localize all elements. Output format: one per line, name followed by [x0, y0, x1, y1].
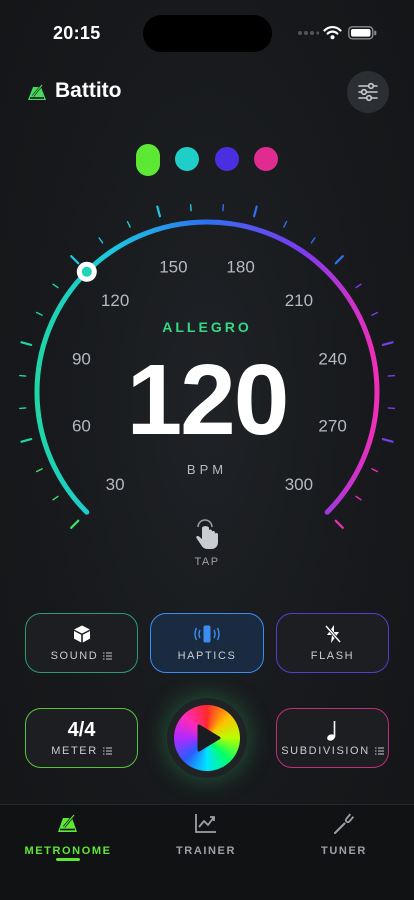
tick-label: 120 [101, 291, 129, 310]
color-dot-magenta[interactable] [254, 147, 278, 171]
quarter-note-icon [326, 720, 335, 741]
tick-mark [355, 283, 362, 289]
tick-mark [310, 237, 316, 244]
meter-label: METER [51, 745, 98, 757]
tick-mark [381, 341, 394, 346]
tab-metronome-label: METRONOME [24, 845, 112, 857]
flash-label: FLASH [310, 650, 355, 662]
dynamic-island [143, 15, 272, 52]
wifi-icon [323, 26, 342, 40]
tuning-fork-icon [334, 813, 355, 834]
tick-mark [20, 341, 33, 346]
tick-mark [334, 255, 344, 265]
sound-button[interactable]: SOUND [25, 613, 138, 673]
haptics-button[interactable]: HAPTICS [150, 613, 264, 673]
tick-mark [371, 311, 379, 316]
knob-inner [81, 266, 92, 277]
bpm-value: 120 [126, 344, 290, 456]
color-dot-indigo[interactable] [215, 147, 239, 171]
list-icon [103, 652, 113, 660]
sliders-icon [358, 82, 378, 102]
tick-label: 300 [285, 475, 313, 494]
list-icon [102, 747, 112, 755]
tick-mark [283, 220, 288, 228]
tick-mark [222, 203, 225, 212]
tap-label: TAP [194, 556, 220, 568]
settings-button[interactable] [347, 71, 389, 113]
tick-mark [126, 220, 131, 228]
tempo-marking: ALLEGRO [162, 319, 252, 335]
tick-mark [156, 205, 161, 218]
tab-trainer-label: TRAINER [175, 845, 237, 857]
tab-trainer[interactable]: TRAINER [151, 812, 261, 857]
tick-mark [253, 205, 258, 218]
play-icon [197, 724, 221, 752]
tick-mark [70, 519, 80, 529]
tab-tuner-label: TUNER [321, 845, 367, 857]
color-dot-green[interactable] [136, 144, 160, 176]
tick-mark [189, 203, 192, 212]
metronome-logo-icon [28, 84, 46, 100]
status-time: 20:15 [53, 23, 101, 43]
tab-tuner[interactable]: TUNER [289, 812, 399, 857]
tempo-knob[interactable] [76, 261, 97, 282]
chart-icon [195, 814, 216, 833]
color-dot-teal[interactable] [175, 147, 199, 171]
haptics-icon [194, 625, 220, 643]
meter-button[interactable]: 4/4 METER [25, 708, 138, 768]
tick-mark [70, 255, 80, 265]
tick-mark [355, 495, 362, 501]
tick-label: 210 [285, 291, 313, 310]
app-title: Battito [55, 79, 122, 102]
flash-button[interactable]: FLASH [276, 613, 389, 673]
list-icon [374, 747, 384, 754]
tick-label: 150 [159, 257, 187, 276]
tick-label: 30 [106, 475, 125, 494]
subdivision-label: SUBDIVISION [281, 744, 370, 757]
battery-icon [348, 26, 377, 40]
tick-mark [35, 311, 43, 316]
flash-off-icon [324, 625, 341, 643]
sound-label: SOUND [50, 650, 99, 662]
signal-icon [298, 31, 319, 35]
tick-label: 180 [226, 257, 254, 276]
subdivision-button[interactable]: SUBDIVISION [276, 708, 389, 768]
bpm-unit: BPM [186, 462, 228, 477]
tap-icon[interactable] [190, 515, 224, 551]
tick-mark [52, 495, 59, 501]
metronome-icon [58, 814, 77, 832]
meter-value: 4/4 [67, 719, 96, 741]
active-tab-indicator [56, 858, 80, 861]
metronome-screen: 20:15 Battito 30 60 90 120 150 180 210 2… [0, 0, 414, 900]
status-bar: 20:15 [0, 0, 414, 62]
tick-mark [98, 237, 104, 244]
tick-mark [52, 283, 59, 289]
play-button[interactable] [174, 705, 240, 771]
tab-metronome[interactable]: METRONOME [13, 812, 123, 857]
tick-mark [334, 519, 344, 529]
cube-icon [73, 625, 90, 643]
haptics-label: HAPTICS [177, 650, 237, 662]
